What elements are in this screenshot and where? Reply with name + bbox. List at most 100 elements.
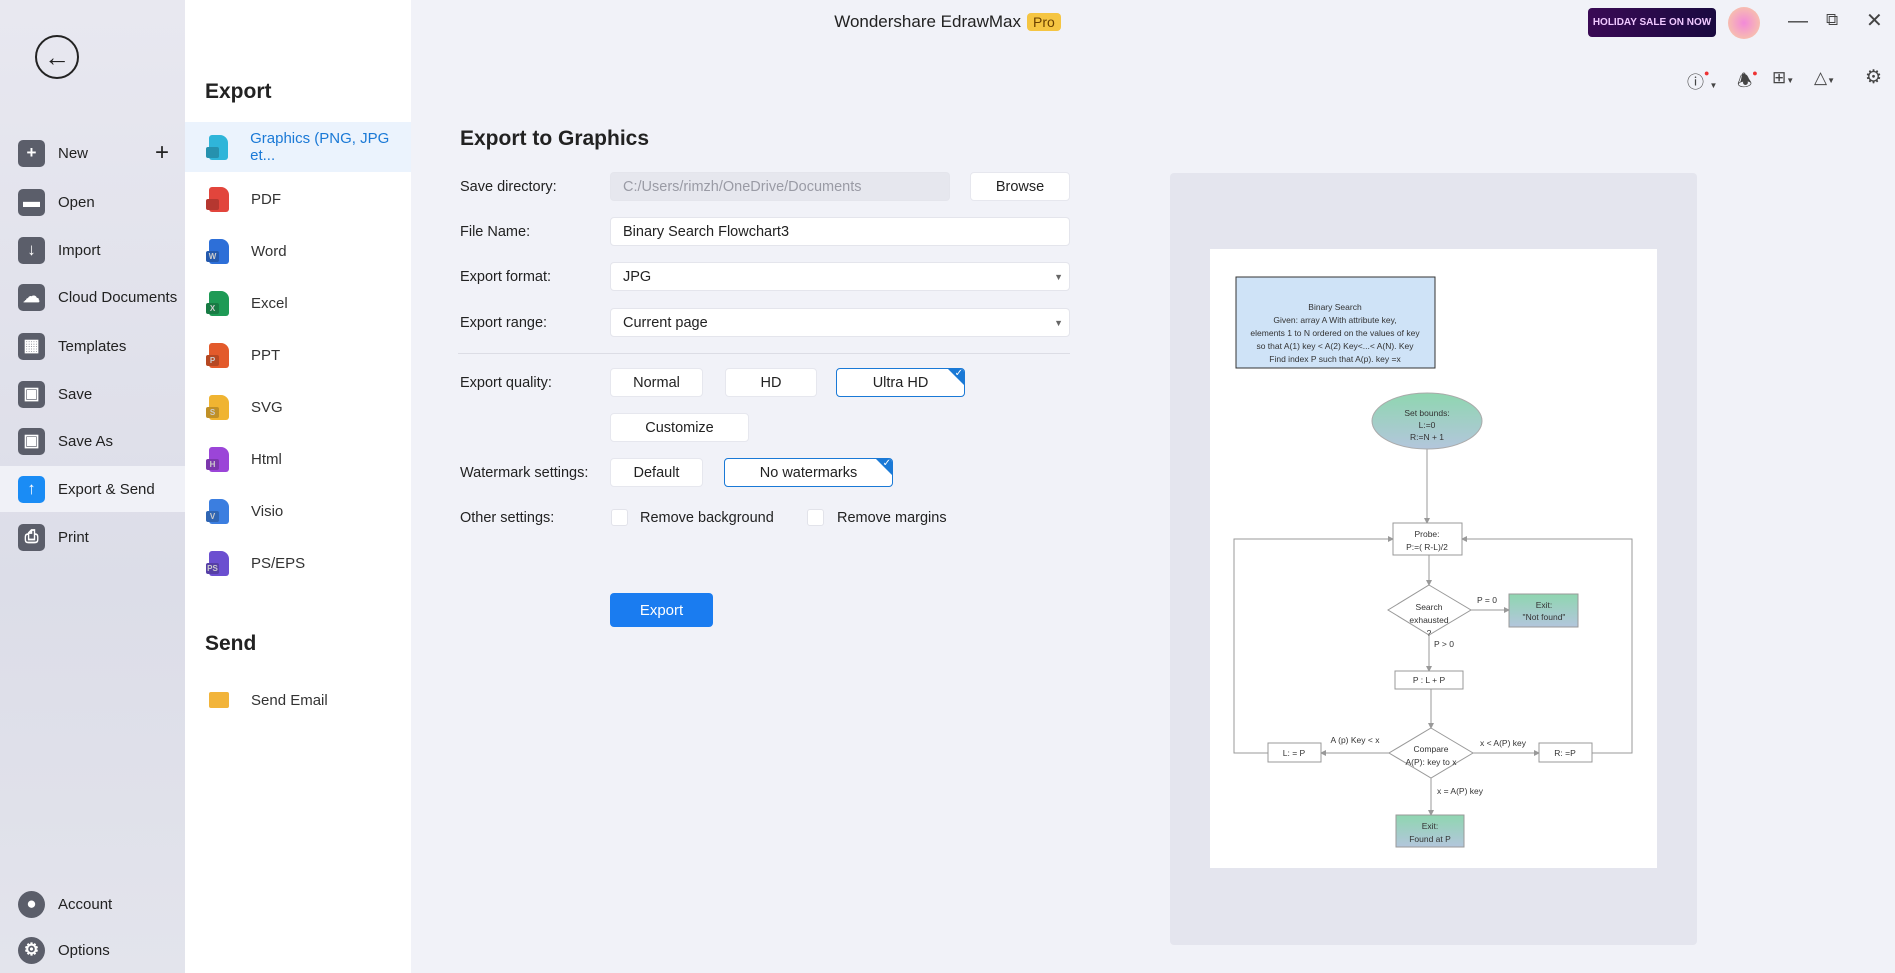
export-button[interactable]: Export xyxy=(610,593,713,627)
flowchart-text: A (p) Key < x xyxy=(1331,735,1381,745)
export-item-label: Graphics (PNG, JPG et... xyxy=(250,130,390,164)
help-icon[interactable]: ⓘ●▼ xyxy=(1687,68,1717,93)
remove-margins-checkbox[interactable] xyxy=(807,509,824,526)
file-type-icon: S xyxy=(206,394,229,420)
app-name: Wondershare EdrawMax xyxy=(834,12,1021,31)
export-item-pdf[interactable]: PDF xyxy=(185,174,411,224)
pro-badge: Pro xyxy=(1026,13,1061,31)
sidebar-item-save-as[interactable]: ▣ Save As xyxy=(0,418,185,464)
export-item-visio[interactable]: V Visio xyxy=(185,486,411,536)
export-item-ppt[interactable]: P PPT xyxy=(185,330,411,380)
export-quality-label: Export quality: xyxy=(460,375,552,391)
flowchart-text: R: =P xyxy=(1554,748,1576,758)
quality-customize-button[interactable]: Customize xyxy=(610,413,749,442)
send-email-label: Send Email xyxy=(251,691,328,709)
apps-icon[interactable]: ⊞▼ xyxy=(1772,68,1794,88)
sidebar-item-account[interactable]: ● Account xyxy=(0,881,185,927)
export-item-label: Excel xyxy=(251,294,288,312)
watermark-default-button[interactable]: Default xyxy=(610,458,703,487)
sidebar-item-save[interactable]: ▣ Save xyxy=(0,371,185,417)
export-item-excel[interactable]: X Excel xyxy=(185,278,411,328)
file-name-input[interactable]: Binary Search Flowchart3 xyxy=(610,217,1070,246)
export-item-graphics[interactable]: Graphics (PNG, JPG et... xyxy=(185,122,411,172)
flowchart-text: P > 0 xyxy=(1434,639,1454,649)
export-item-label: PS/EPS xyxy=(251,554,306,572)
flowchart-text: Compare xyxy=(1414,744,1449,754)
export-range-value: Current page xyxy=(623,314,708,331)
export-format-value: JPG xyxy=(623,268,652,285)
export-item-label: PDF xyxy=(251,190,281,208)
sidebar-item-label: Print xyxy=(58,528,89,546)
restore-button[interactable]: ⧉ xyxy=(1826,10,1838,30)
export-item-html[interactable]: H Html xyxy=(185,434,411,484)
sidebar-item-open[interactable]: ▬ Open xyxy=(0,179,185,225)
sidebar-item-export-send[interactable]: ↑ Export & Send xyxy=(0,466,185,512)
loop-connector xyxy=(1461,536,1633,754)
quality-normal-button[interactable]: Normal xyxy=(610,368,703,397)
sidebar-item-new[interactable]: + New + xyxy=(0,130,185,176)
sidebar-item-label: Save xyxy=(58,385,93,403)
flowchart-text: Exit: xyxy=(1536,600,1553,610)
file-type-icon xyxy=(206,134,229,160)
sidebar-item-options[interactable]: ⚙ Options xyxy=(0,927,185,973)
sidebar-item-print[interactable]: ⎙ Print xyxy=(0,514,185,560)
back-button[interactable]: ← xyxy=(35,35,79,79)
send-email-item[interactable]: Send Email xyxy=(185,675,411,725)
sidebar-item-cloud-documents[interactable]: ☁ Cloud Documents xyxy=(0,274,185,320)
chevron-down-icon: ▼ xyxy=(1054,317,1063,328)
avatar[interactable] xyxy=(1728,7,1760,39)
export-range-label: Export range: xyxy=(460,315,548,331)
file-name-label: File Name: xyxy=(460,224,531,240)
file-type-badge xyxy=(206,146,219,158)
loop-connector xyxy=(1233,536,1394,754)
flowchart-text: Probe: xyxy=(1414,529,1439,539)
sidebar-item-label: Open xyxy=(58,193,95,211)
export-heading: Export xyxy=(205,80,272,103)
sidebar-item-import[interactable]: ↓ Import xyxy=(0,227,185,273)
export-range-select[interactable]: Current page ▼ xyxy=(610,308,1070,337)
plus-icon[interactable]: + xyxy=(155,139,169,167)
close-button[interactable]: ✕ xyxy=(1866,8,1883,33)
sidebar-item-label: Templates xyxy=(58,337,127,355)
sidebar-item-label: Export & Send xyxy=(58,480,155,498)
flowchart-text: Binary Search xyxy=(1308,302,1362,312)
export-item-label: SVG xyxy=(251,398,283,416)
export-format-label: Export format: xyxy=(460,269,552,285)
plus-square-icon: + xyxy=(18,139,45,167)
file-type-icon: V xyxy=(206,498,229,524)
theme-shirt-icon[interactable]: △▼ xyxy=(1814,68,1835,88)
settings-gear-icon[interactable]: ⚙ xyxy=(1865,66,1882,89)
quality-hd-button[interactable]: HD xyxy=(725,368,817,397)
sidebar-item-label: Cloud Documents xyxy=(58,288,178,306)
no-watermarks-label: No watermarks xyxy=(759,464,858,481)
export-item-pseps[interactable]: PS PS/EPS xyxy=(185,538,411,588)
divider xyxy=(458,353,1070,354)
export-item-word[interactable]: W Word xyxy=(185,226,411,276)
file-type-badge: S xyxy=(206,406,219,418)
export-item-svg[interactable]: S SVG xyxy=(185,382,411,432)
no-watermarks-button[interactable]: No watermarks ✓ xyxy=(724,458,893,487)
file-type-icon: P xyxy=(206,342,229,368)
file-type-badge: PS xyxy=(206,562,219,574)
sidebar-item-templates[interactable]: ▦ Templates xyxy=(0,323,185,369)
export-item-label: Visio xyxy=(251,502,284,520)
save-directory-label: Save directory: xyxy=(460,179,557,195)
file-type-icon: X xyxy=(206,290,229,316)
save-icon: ▣ xyxy=(18,380,45,408)
export-format-select[interactable]: JPG ▼ xyxy=(610,262,1070,291)
other-settings-label: Other settings: xyxy=(460,510,555,526)
holiday-sale-button[interactable]: HOLIDAY SALE ON NOW xyxy=(1588,8,1716,37)
remove-background-checkbox[interactable] xyxy=(611,509,628,526)
flowchart-text: P = 0 xyxy=(1477,595,1497,605)
save-directory-input[interactable]: C:/Users/rimzh/OneDrive/Documents xyxy=(610,172,950,201)
browse-button[interactable]: Browse xyxy=(970,172,1070,201)
bell-icon[interactable]: 🕭● xyxy=(1737,68,1758,97)
minimize-button[interactable]: — xyxy=(1788,10,1808,33)
sidebar-item-label: Account xyxy=(58,895,113,913)
templates-icon: ▦ xyxy=(18,332,45,360)
flowchart-text: Set bounds: xyxy=(1404,408,1449,418)
quality-ultra-hd-button[interactable]: Ultra HD ✓ xyxy=(836,368,965,397)
account-icon: ● xyxy=(18,890,45,918)
flowchart-text: ? xyxy=(1427,628,1432,638)
watermark-label: Watermark settings: xyxy=(460,465,589,481)
